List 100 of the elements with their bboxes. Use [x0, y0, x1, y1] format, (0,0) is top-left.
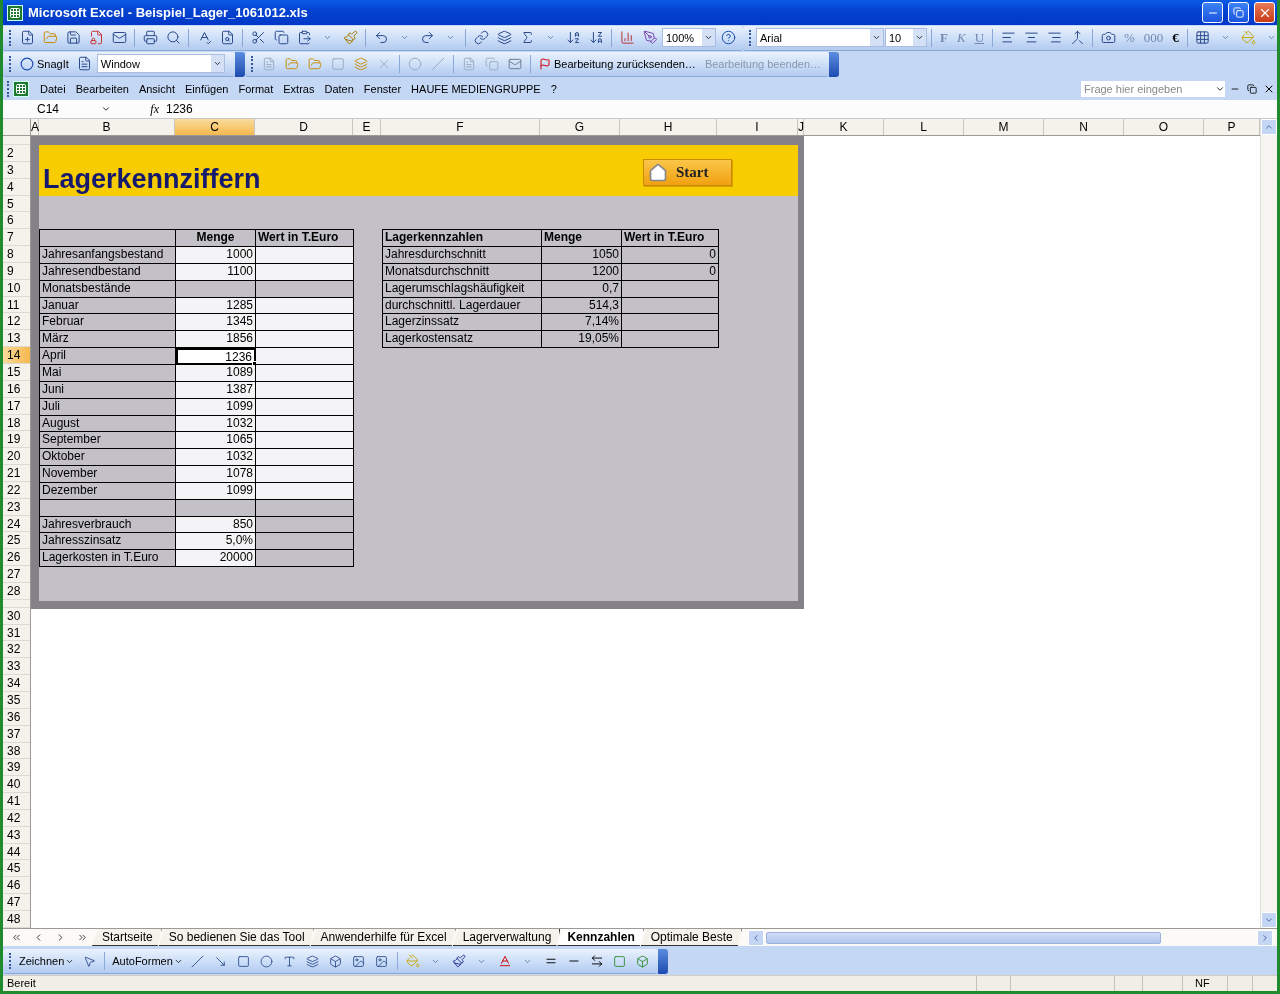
column-header[interactable]: H — [620, 119, 717, 135]
row-header[interactable]: 48 — [3, 910, 30, 928]
row-header[interactable]: 28 — [3, 582, 30, 600]
sheet-tab[interactable]: Anwenderhilfe für Excel — [310, 929, 456, 946]
row-header[interactable]: 18 — [3, 414, 30, 432]
capture-mode-field[interactable]: Window — [96, 54, 225, 73]
row-header[interactable]: 2 — [3, 145, 30, 162]
row-header[interactable]: 14 — [3, 347, 30, 364]
row-header[interactable]: 21 — [3, 465, 30, 482]
number-format-button[interactable]: € — [1168, 26, 1183, 49]
row-header[interactable]: 25 — [3, 532, 30, 550]
row-header[interactable]: 32 — [3, 641, 30, 659]
row-header[interactable]: 33 — [3, 658, 30, 676]
row-header[interactable]: 45 — [3, 860, 30, 878]
row-header[interactable]: 23 — [3, 498, 30, 516]
row-header[interactable]: 40 — [3, 776, 30, 794]
column-header[interactable]: L — [884, 119, 964, 135]
column-header[interactable]: A — [31, 119, 39, 135]
row-header[interactable]: 22 — [3, 481, 30, 499]
menu-item[interactable]: Bearbeiten — [70, 78, 134, 99]
row-header[interactable]: 6 — [3, 212, 30, 230]
table-cell[interactable]: 1065 — [176, 432, 256, 450]
sheet-tab[interactable]: Optimale Beste — [640, 929, 742, 946]
row-header[interactable]: 37 — [3, 725, 30, 743]
sheet-tab[interactable]: Lagerverwaltung — [452, 929, 561, 946]
menu-item[interactable]: ? — [545, 78, 562, 99]
menu-item[interactable]: Datei — [35, 78, 71, 99]
column-header[interactable]: F — [381, 119, 540, 135]
row-header[interactable]: 8 — [3, 246, 30, 263]
table-cell[interactable]: 5,0% — [176, 533, 256, 551]
column-header[interactable]: G — [540, 119, 620, 135]
zoom-field[interactable]: 100% — [662, 28, 716, 47]
menu-item[interactable]: Einfügen — [180, 78, 234, 99]
column-header[interactable]: E — [353, 119, 381, 135]
row-header[interactable]: 42 — [3, 809, 30, 827]
formula-field[interactable]: 1236 — [163, 102, 193, 116]
autoshapes-menu[interactable]: AutoFormen — [109, 950, 186, 972]
row-header[interactable]: 11 — [3, 296, 30, 314]
row-header[interactable]: 30 — [3, 607, 30, 625]
row-header[interactable]: 34 — [3, 675, 30, 692]
menu-item[interactable]: HAUFE MEDIENGRUPPE — [406, 78, 546, 99]
draw-menu[interactable]: Zeichnen — [16, 950, 78, 972]
table-cell[interactable]: 1032 — [176, 449, 256, 467]
row-header[interactable]: 15 — [3, 363, 30, 381]
function-button[interactable]: fx — [113, 101, 163, 117]
column-header[interactable]: J — [798, 119, 804, 135]
row-header[interactable]: 17 — [3, 397, 30, 415]
font-size-field[interactable]: 10 — [885, 28, 927, 47]
table-header: Lagerkennzahlen — [383, 230, 542, 248]
table-cell: 7,14% — [542, 314, 622, 332]
row-header[interactable]: 41 — [3, 793, 30, 810]
table-cell: April — [40, 348, 176, 365]
row-header[interactable]: 16 — [3, 380, 30, 398]
row-header[interactable]: 38 — [3, 742, 30, 760]
row-header[interactable]: 46 — [3, 877, 30, 895]
column-header[interactable]: C — [175, 119, 255, 135]
row-header[interactable]: 36 — [3, 708, 30, 726]
menu-item[interactable]: Ansicht — [133, 78, 180, 99]
table-cell[interactable]: 1000 — [176, 247, 256, 264]
row-header[interactable]: 43 — [3, 826, 30, 844]
menu-item[interactable]: Fenster — [358, 78, 407, 99]
row-header[interactable]: 20 — [3, 448, 30, 466]
row-header[interactable]: 31 — [3, 624, 30, 642]
menu-item[interactable]: Daten — [319, 78, 359, 99]
row-header[interactable]: 27 — [3, 566, 30, 583]
sheet-tab[interactable]: So bedienen Sie das Tool — [158, 929, 314, 946]
start-button[interactable]: Start — [643, 159, 732, 186]
row-header[interactable]: 35 — [3, 692, 30, 709]
row-header[interactable]: 9 — [3, 262, 30, 280]
row-header[interactable]: 7 — [3, 229, 30, 247]
sheet-tab[interactable]: Startseite — [92, 929, 162, 946]
column-header[interactable]: D — [255, 119, 353, 135]
sheet-tab[interactable]: Kennzahlen — [557, 929, 644, 946]
row-header[interactable]: 24 — [3, 515, 30, 533]
column-header[interactable]: K — [804, 119, 884, 135]
table-cell[interactable]: 1345 — [176, 314, 256, 332]
row-header[interactable]: 26 — [3, 549, 30, 567]
name-box[interactable]: C14 — [3, 100, 113, 118]
column-header[interactable]: O — [1124, 119, 1204, 135]
column-header[interactable]: M — [964, 119, 1044, 135]
row-header[interactable]: 5 — [3, 195, 30, 213]
row-header[interactable]: 44 — [3, 843, 30, 861]
table-cell[interactable]: 1236 — [176, 348, 256, 365]
row-header[interactable]: 39 — [3, 759, 30, 777]
row-header[interactable]: 4 — [3, 178, 30, 196]
menu-item[interactable]: Format — [233, 78, 279, 99]
menu-item[interactable]: Extras — [278, 78, 320, 99]
column-header[interactable]: N — [1044, 119, 1124, 135]
row-header[interactable]: 19 — [3, 431, 30, 449]
table-cell[interactable]: 20000 — [176, 550, 256, 568]
row-header[interactable]: 12 — [3, 313, 30, 331]
review-button[interactable]: Bearbeitung zurücksenden… — [535, 52, 700, 75]
column-header[interactable]: I — [717, 119, 798, 135]
row-header[interactable]: 3 — [3, 161, 30, 179]
row-header[interactable]: 47 — [3, 894, 30, 911]
help-search-field[interactable]: Frage hier eingeben — [1080, 79, 1226, 98]
row-header[interactable]: 10 — [3, 279, 30, 297]
table-cell[interactable]: 1078 — [176, 466, 256, 483]
font-field[interactable]: Arial — [756, 28, 884, 47]
snagit-button[interactable]: SnagIt — [16, 52, 73, 75]
